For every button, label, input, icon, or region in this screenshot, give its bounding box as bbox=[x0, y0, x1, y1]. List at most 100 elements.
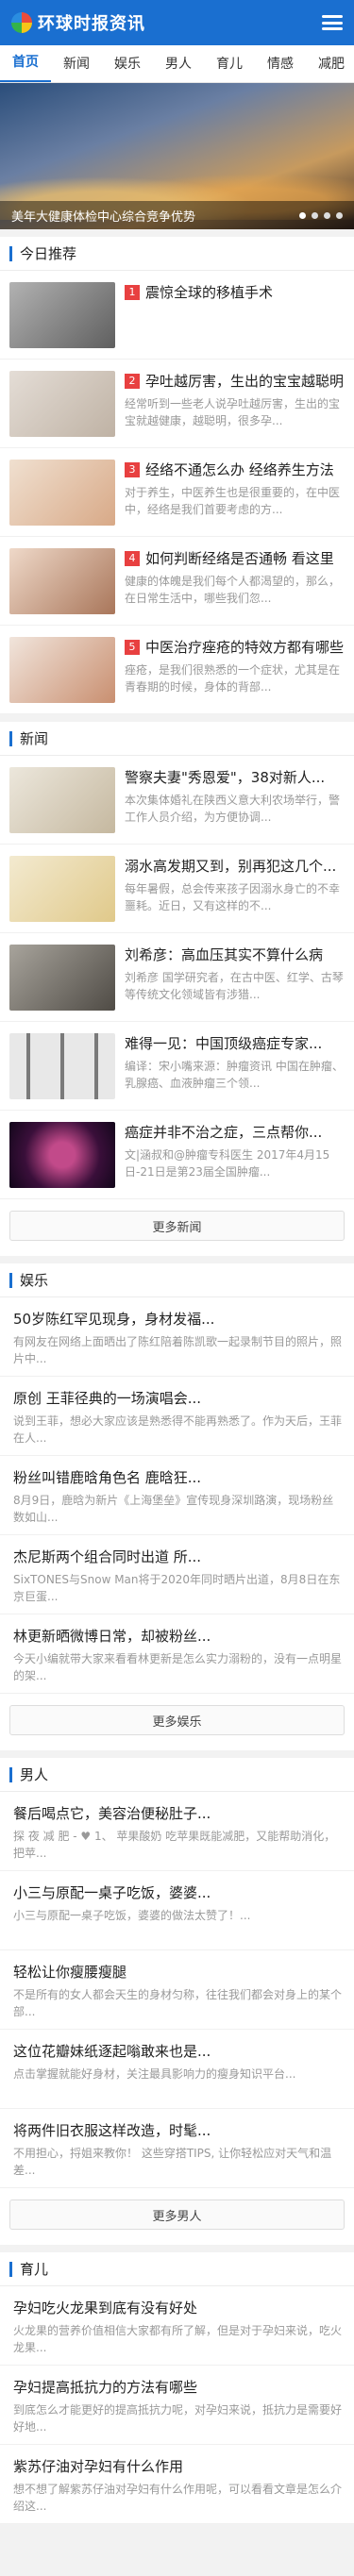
list-item[interactable]: 溺水高发期又到，别再犯这几个... 每年暑假，总会传来孩子因溺水身亡的不幸噩耗。… bbox=[0, 845, 354, 933]
more-men-button[interactable]: 更多男人 bbox=[9, 2200, 345, 2230]
list-item[interactable]: 难得一见：中国顶级癌症专家... 编译：宋小嘴来源：肿瘤资讯 中国在肿瘤、乳腺癌… bbox=[0, 1022, 354, 1111]
section-header: 今日推荐 bbox=[0, 237, 354, 271]
item-desc: 刘希彦 国学研究者，在古中医、红学、古琴等传统文化领域皆有涉猎... bbox=[125, 971, 344, 1001]
item-title: 孕妇提高抵抗力的方法有哪些 bbox=[13, 2379, 198, 2396]
section-title: 育儿 bbox=[20, 2261, 49, 2278]
item-title: 孕妇吃火龙果到底有没有好处 bbox=[13, 2300, 198, 2317]
item-title: 轻松让你瘦腰瘦腿 bbox=[13, 1964, 127, 1981]
thumbnail-image bbox=[9, 637, 115, 703]
logo-icon bbox=[11, 12, 32, 33]
item-desc: 想不想了解紫苏仔油对孕妇有什么作用呢，可以看看文章是怎么介绍这... bbox=[13, 2483, 343, 2513]
item-desc: 今天小编就带大家来看看林更新是怎么实力溺粉的，没有一点明星的架... bbox=[13, 1652, 343, 1682]
rank-badge: 3 bbox=[125, 462, 140, 477]
item-desc: 健康的体魄是我们每个人都渴望的，那么，在日常生活中，哪些我们忽... bbox=[125, 575, 341, 605]
carousel-dot[interactable] bbox=[299, 211, 306, 219]
list-item[interactable]: 刘希彦：高血压其实不算什么病 刘希彦 国学研究者，在古中医、红学、古琴等传统文化… bbox=[0, 933, 354, 1022]
list-item[interactable]: 小三与原配一桌子吃饭，婆婆... 小三与原配一桌子吃饭，婆婆的做法太赞了！... bbox=[0, 1871, 354, 1950]
item-title: 原创 王菲径典的一场演唱会... bbox=[13, 1390, 202, 1407]
item-title: 4 如何判断经络是否通畅 看这里 bbox=[125, 548, 345, 569]
item-desc: 说到王菲，想必大家应该是熟悉得不能再熟悉了。作为天后，王菲在人... bbox=[13, 1414, 343, 1445]
item-title: 粉丝叫错鹿晗角色名 鹿晗狂... bbox=[13, 1469, 202, 1486]
carousel-dot[interactable] bbox=[312, 211, 318, 219]
list-item[interactable]: 癌症并非不治之症，三点帮你... 文|涵叔和@肿瘤专科医生 2017年4月15日… bbox=[0, 1111, 354, 1199]
carousel-dots bbox=[299, 211, 343, 219]
list-item[interactable]: 餐后喝点它，美容治便秘肚子... 探 夜 减 肥 - ♥ 1、 苹果酸奶 吃苹果… bbox=[0, 1792, 354, 1871]
list-item[interactable]: 轻松让你瘦腰瘦腿 不是所有的女人都会天生的身材匀称，往往我们都会对身上的某个部.… bbox=[0, 1950, 354, 2030]
app-header: 环球时报资讯 bbox=[0, 0, 354, 45]
list-item[interactable]: 这位花瓣妹纸逐起嗡敢来也是... 点击掌握就能好身材，关注最具影响力的瘦身知识平… bbox=[0, 2030, 354, 2109]
item-desc: 有网友在网络上面晒出了陈红陪着陈凯歌一起录制节目的照片，照片中... bbox=[13, 1335, 343, 1365]
item-desc: 不用担心，捋姐来教你！ 这些穿搭TIPS, 让你轻松应对天气和温差... bbox=[13, 2147, 332, 2177]
thumbnail-image bbox=[9, 282, 115, 348]
item-title: 将两件旧衣服这样改造，时髦... bbox=[13, 2122, 211, 2139]
rank-badge: 1 bbox=[125, 285, 140, 300]
banner-caption: 美年大健康体检中心综合竞争优势 bbox=[0, 201, 354, 229]
section-header: 新闻 bbox=[0, 722, 354, 756]
thumbnail-image bbox=[9, 1033, 115, 1099]
item-title: 这位花瓣妹纸逐起嗡敢来也是... bbox=[13, 2043, 211, 2060]
list-item[interactable]: 林更新晒微博日常，却被粉丝... 今天小编就带大家来看看林更新是怎么实力溺粉的，… bbox=[0, 1614, 354, 1694]
thumbnail-image bbox=[9, 460, 115, 526]
item-title: 林更新晒微博日常，却被粉丝... bbox=[13, 1628, 211, 1645]
hamburger-menu-icon[interactable] bbox=[322, 15, 343, 30]
section-title: 娱乐 bbox=[20, 1272, 49, 1289]
nav-tab-entertainment[interactable]: 娱乐 bbox=[102, 45, 153, 82]
item-desc: 点击掌握就能好身材，关注最具影响力的瘦身知识平台... bbox=[13, 2067, 296, 2081]
carousel-dot[interactable] bbox=[324, 211, 330, 219]
item-desc: 每年暑假，总会传来孩子因溺水身亡的不幸噩耗。近日，又有这样的不... bbox=[125, 882, 341, 912]
section-title: 新闻 bbox=[20, 730, 49, 747]
list-item[interactable]: 孕妇吃火龙果到底有没有好处 火龙果的营养价值相信大家都有所了解，但是对于孕妇来说… bbox=[0, 2286, 354, 2366]
item-desc: 不是所有的女人都会天生的身材匀称，往往我们都会对身上的某个部... bbox=[13, 1988, 343, 2018]
item-title: 1 震惊全球的移植手术 bbox=[125, 282, 345, 303]
section-header: 男人 bbox=[0, 1758, 354, 1792]
list-item[interactable]: 4 如何判断经络是否通畅 看这里 健康的体魄是我们每个人都渴望的，那么，在日常生活… bbox=[0, 537, 354, 626]
nav-tab-men[interactable]: 男人 bbox=[153, 45, 204, 82]
more-news-button[interactable]: 更多新闻 bbox=[9, 1211, 345, 1241]
nav-tab-home[interactable]: 首页 bbox=[0, 45, 51, 82]
item-desc: 本次集体婚礼在陕西义意大利农场举行，警工作人员介绍，为方便协调... bbox=[125, 794, 341, 824]
item-title: 3 经络不通怎么办 经络养生方法 bbox=[125, 460, 345, 480]
nav-tab-emotion[interactable]: 情感 bbox=[255, 45, 306, 82]
list-item[interactable]: 警察夫妻"秀恩爱"，38对新人... 本次集体婚礼在陕西义意大利农场举行，警工作… bbox=[0, 756, 354, 845]
more-entertainment-button[interactable]: 更多娱乐 bbox=[9, 1705, 345, 1735]
list-item[interactable]: 将两件旧衣服这样改造，时髦... 不用担心，捋姐来教你！ 这些穿搭TIPS, 让… bbox=[0, 2109, 354, 2188]
banner-title[interactable]: 美年大健康体检中心综合竞争优势 bbox=[11, 207, 195, 225]
item-title: 2 孕吐越厉害，生出的宝宝越聪明 bbox=[125, 371, 345, 392]
section-today: 今日推荐 1 震惊全球的移植手术 2 孕吐越厉害，生出的宝宝越聪明 经常听到一些老人… bbox=[0, 237, 354, 714]
list-item[interactable]: 1 震惊全球的移植手术 bbox=[0, 271, 354, 360]
item-title: 50岁陈红罕见现身，身材发福... bbox=[13, 1311, 215, 1328]
item-title: 杰尼斯两个组合同时出道 所... bbox=[13, 1548, 202, 1565]
item-desc: 到底怎么才能更好的提高抵抗力呢，对孕妇来说，抵抗力是需要好好地... bbox=[13, 2403, 343, 2434]
item-desc: 火龙果的营养价值相信大家都有所了解，但是对于孕妇来说，吃火龙果... bbox=[13, 2324, 343, 2354]
list-item[interactable]: 紫苏仔油对孕妇有什么作用 想不想了解紫苏仔油对孕妇有什么作用呢，可以看看文章是怎… bbox=[0, 2445, 354, 2524]
rank-badge: 2 bbox=[125, 374, 140, 389]
item-title: 癌症并非不治之症，三点帮你... bbox=[125, 1124, 323, 1141]
section-news: 新闻 警察夫妻"秀恩爱"，38对新人... 本次集体婚礼在陕西义意大利农场举行，… bbox=[0, 722, 354, 1256]
list-item[interactable]: 3 经络不通怎么办 经络养生方法 对于养生，中医养生也是很重要的，在中医中，经络是… bbox=[0, 448, 354, 537]
nav-tab-parenting[interactable]: 育儿 bbox=[204, 45, 255, 82]
section-header: 娱乐 bbox=[0, 1263, 354, 1297]
item-desc: SixTONES与Snow Man将于2020年同时晒片出道，8月8日在东京巨蛋… bbox=[13, 1573, 341, 1603]
thumbnail-image bbox=[9, 945, 115, 1011]
thumbnail-image bbox=[9, 1122, 115, 1188]
banner-carousel[interactable]: 美年大健康体检中心综合竞争优势 bbox=[0, 83, 354, 229]
item-title: 难得一见：中国顶级癌症专家... bbox=[125, 1035, 323, 1052]
list-item[interactable]: 5 中医治疗痤疮的特效方都有哪些 痤疮，是我们很熟悉的一个症状，尤其是在青春期的时… bbox=[0, 626, 354, 714]
list-item[interactable]: 2 孕吐越厉害，生出的宝宝越聪明 经常听到一些老人说孕吐越厉害，生出的宝宝就越健康… bbox=[0, 360, 354, 448]
carousel-dot[interactable] bbox=[336, 211, 343, 219]
logo-text: 环球时报资讯 bbox=[38, 14, 145, 34]
nav-tab-diet[interactable]: 减肥 bbox=[306, 45, 354, 82]
nav-tab-news[interactable]: 新闻 bbox=[51, 45, 102, 82]
item-title: 小三与原配一桌子吃饭，婆婆... bbox=[13, 1884, 211, 1901]
list-item[interactable]: 粉丝叫错鹿晗角色名 鹿晗狂... 8月9日，鹿晗为新片《上海堡垒》宣传现身深圳路… bbox=[0, 1456, 354, 1535]
item-title: 警察夫妻"秀恩爱"，38对新人... bbox=[125, 769, 326, 786]
list-item[interactable]: 孕妇提高抵抗力的方法有哪些 到底怎么才能更好的提高抵抗力呢，对孕妇来说，抵抗力是… bbox=[0, 2366, 354, 2445]
list-item[interactable]: 50岁陈红罕见现身，身材发福... 有网友在网络上面晒出了陈红陪着陈凯歌一起录制… bbox=[0, 1297, 354, 1377]
section-title: 男人 bbox=[20, 1766, 49, 1783]
list-item[interactable]: 杰尼斯两个组合同时出道 所... SixTONES与Snow Man将于2020… bbox=[0, 1535, 354, 1614]
list-item[interactable]: 原创 王菲径典的一场演唱会... 说到王菲，想必大家应该是熟悉得不能再熟悉了。作… bbox=[0, 1377, 354, 1456]
site-logo[interactable]: 环球时报资讯 bbox=[11, 10, 145, 35]
section-men: 男人 餐后喝点它，美容治便秘肚子... 探 夜 减 肥 - ♥ 1、 苹果酸奶 … bbox=[0, 1758, 354, 2245]
item-title: 餐后喝点它，美容治便秘肚子... bbox=[13, 1805, 211, 1822]
thumbnail-image bbox=[9, 371, 115, 437]
